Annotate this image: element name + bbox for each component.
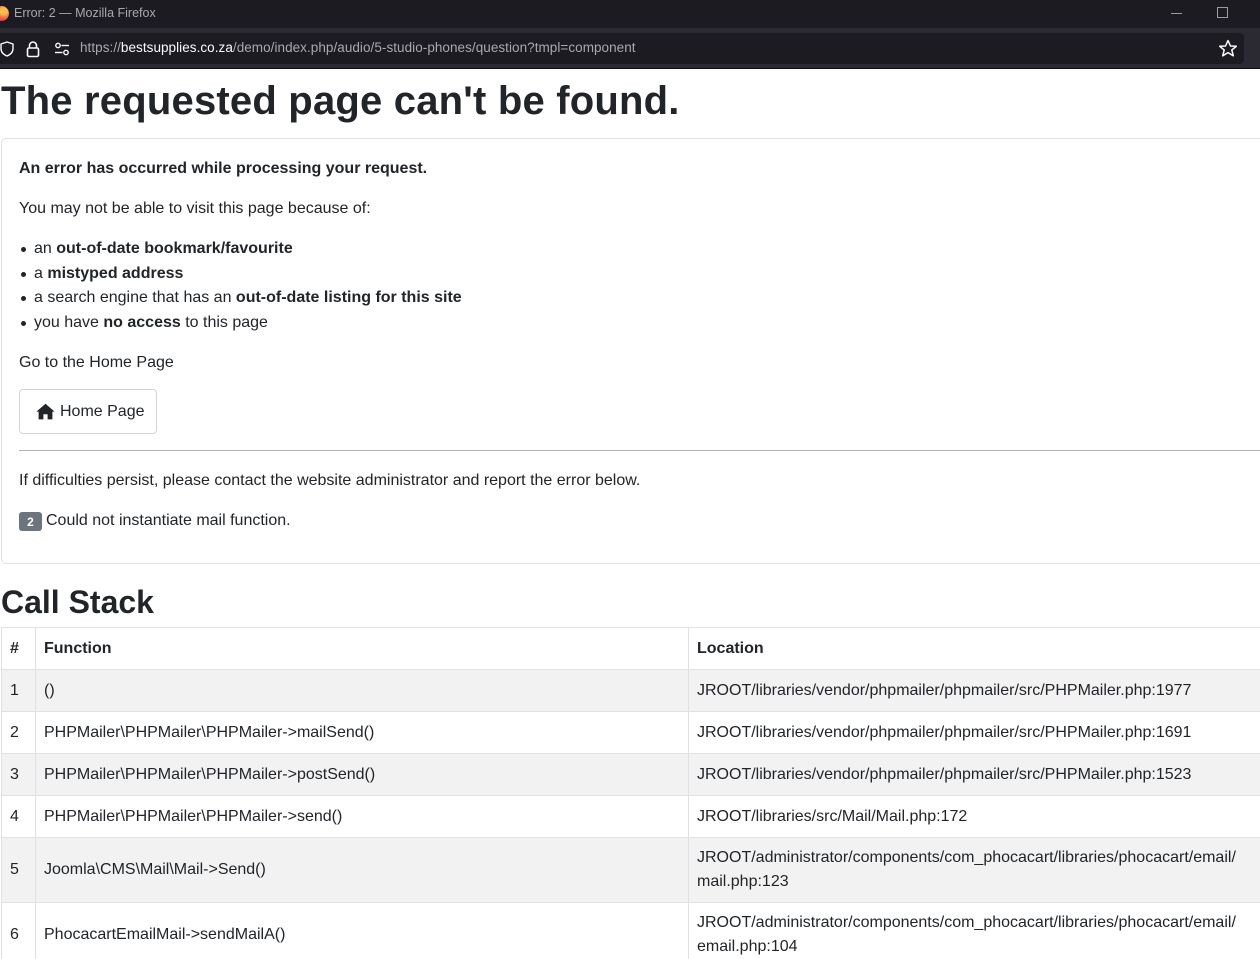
table-row: 5 Joomla\CMS\Mail\Mail->Send() JROOT/adm… [1,837,1260,903]
row-function: PHPMailer\PHPMailer\PHPMailer->send() [35,795,689,838]
reasons-list: an out-of-date bookmark/favourite a mist… [2,237,462,335]
call-stack-table: # Function Location 1 () JROOT/libraries… [1,627,1260,959]
row-function: () [35,669,689,712]
call-stack-title: Call Stack [1,584,154,620]
list-item: a mistyped address [2,262,462,287]
firefox-logo-icon [0,6,9,21]
table-row: 1 () JROOT/libraries/vendor/phpmailer/ph… [1,669,1260,712]
table-row: 4 PHPMailer\PHPMailer\PHPMailer->send() … [1,795,1260,838]
url-scheme: https:// [80,40,121,55]
reasons-intro: You may not be able to visit this page b… [19,200,371,217]
home-page-button[interactable]: Home Page [19,389,157,434]
location-line: email.php:104 [697,938,798,955]
divider [19,450,1260,451]
row-function: PHPMailer\PHPMailer\PHPMailer->mailSend(… [35,711,689,754]
row-function: PhocacartEmailMail->sendMailA() [35,902,689,959]
persist-note: If difficulties persist, please contact … [19,472,641,489]
list-item: an out-of-date bookmark/favourite [2,237,462,262]
row-function: Joomla\CMS\Mail\Mail->Send() [35,837,689,903]
window-title: Error: 2 — Mozilla Firefox [14,6,156,20]
row-number: 4 [1,795,36,838]
home-page-button-label: Home Page [60,402,145,420]
window-titlebar: Error: 2 — Mozilla Firefox [0,0,1260,28]
page-title: The requested page can't be found. [1,79,680,123]
page-content: The requested page can't be found. An er… [0,69,1260,959]
url-path: /demo/index.php/audio/5-studio-phones/qu… [232,40,636,55]
permissions-icon[interactable] [54,42,70,56]
row-location: JROOT/administrator/components/com_phoca… [688,837,1260,903]
table-row: 3 PHPMailer\PHPMailer\PHPMailer->postSen… [1,753,1260,796]
star-icon[interactable] [1218,39,1238,58]
home-prompt: Go to the Home Page [19,354,174,371]
error-card: An error has occurred while processing y… [1,138,1260,564]
row-function: PHPMailer\PHPMailer\PHPMailer->postSend(… [35,753,689,796]
column-header-number: # [1,627,36,670]
row-location: JROOT/libraries/src/Mail/Mail.php:172 [688,795,1260,838]
list-item: you have no access to this page [2,311,462,336]
column-header-location: Location [688,627,1260,670]
column-header-function: Function [35,627,689,670]
location-line: JROOT/administrator/components/com_phoca… [697,849,1236,866]
minimize-icon[interactable] [1154,0,1200,28]
row-number: 3 [1,753,36,796]
shield-icon[interactable] [0,41,14,57]
row-number: 1 [1,669,36,712]
table-row: 2 PHPMailer\PHPMailer\PHPMailer->mailSen… [1,711,1260,754]
list-item: a search engine that has an out-of-date … [2,286,462,311]
error-code-badge: 2 [19,512,42,531]
url-host: bestsupplies.co.za [120,40,233,55]
table-header-row: # Function Location [1,627,1260,670]
table-row: 6 PhocacartEmailMail->sendMailA() JROOT/… [1,902,1260,959]
row-number: 6 [1,902,36,959]
row-location: JROOT/libraries/vendor/phpmailer/phpmail… [688,711,1260,754]
location-line: mail.php:123 [697,873,789,890]
url-text[interactable]: https://bestsupplies.co.za/demo/index.ph… [80,40,636,55]
row-location: JROOT/libraries/vendor/phpmailer/phpmail… [688,669,1260,712]
row-number: 2 [1,711,36,754]
lock-icon[interactable] [26,40,40,58]
error-heading: An error has occurred while processing y… [19,160,428,177]
row-number: 5 [1,837,36,903]
house-icon [36,403,55,420]
maximize-icon[interactable] [1200,0,1246,28]
row-location: JROOT/libraries/vendor/phpmailer/phpmail… [688,753,1260,796]
row-location: JROOT/administrator/components/com_phoca… [688,902,1260,959]
error-message: Could not instantiate mail function. [46,512,291,529]
location-line: JROOT/administrator/components/com_phoca… [697,914,1236,931]
